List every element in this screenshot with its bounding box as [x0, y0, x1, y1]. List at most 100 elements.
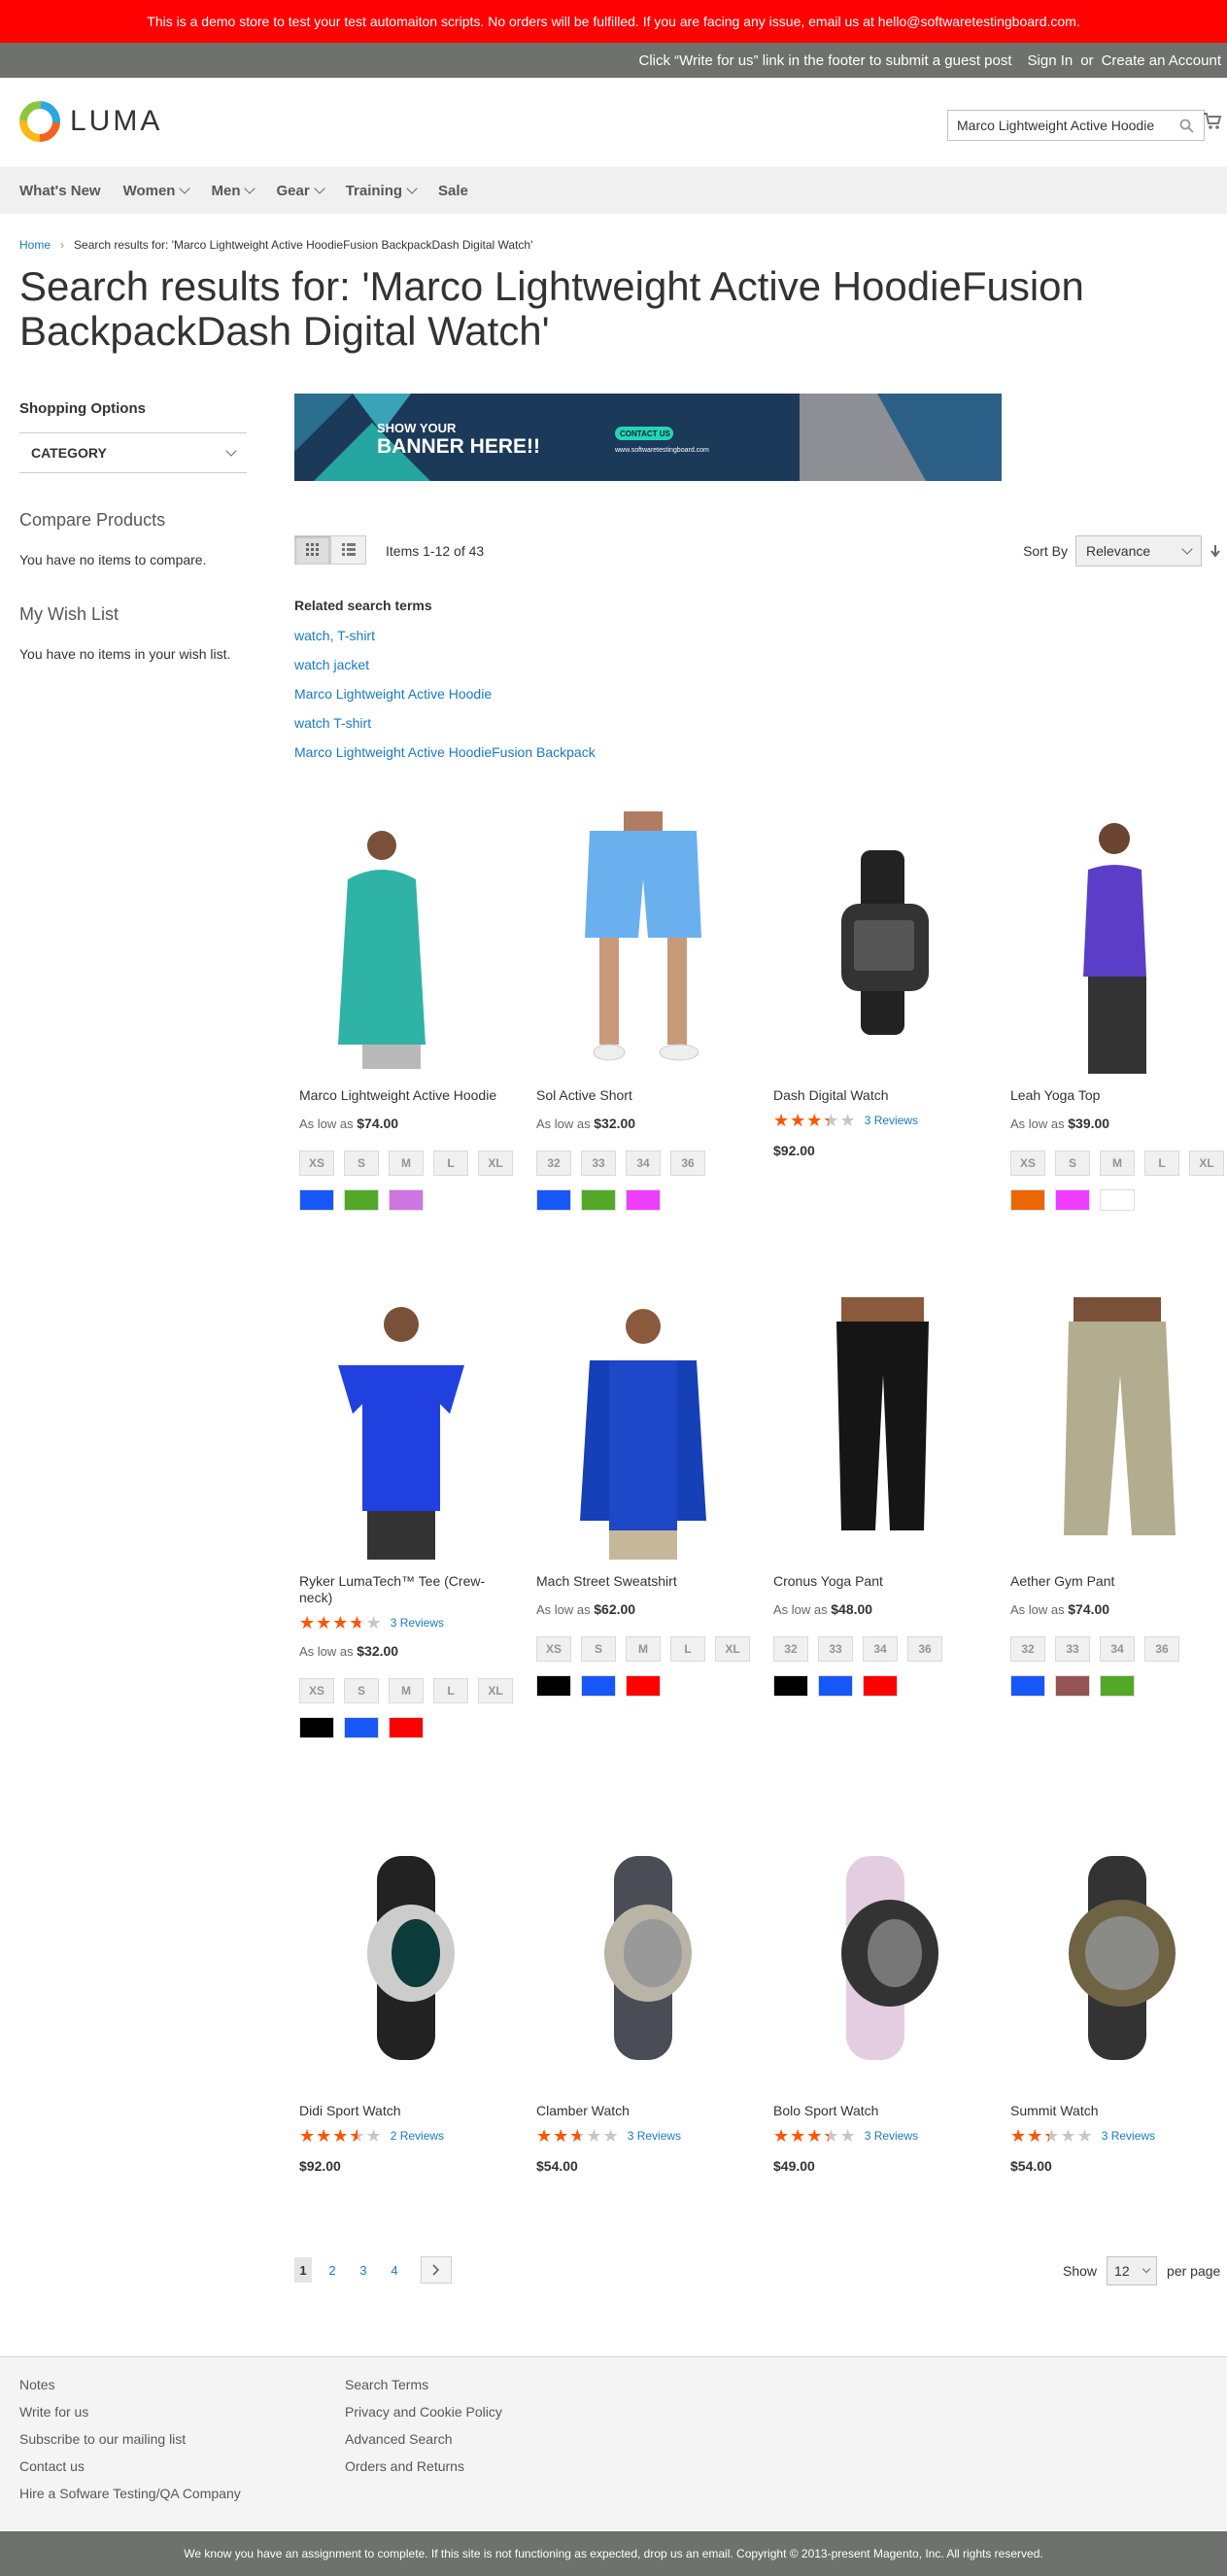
- product-image[interactable]: [1005, 1827, 1227, 2089]
- product-image[interactable]: [294, 1827, 518, 2089]
- nav-men[interactable]: Men: [211, 183, 256, 199]
- size-swatch[interactable]: 36: [907, 1636, 942, 1662]
- page-link[interactable]: 3: [353, 2257, 374, 2283]
- color-swatch[interactable]: [299, 1189, 334, 1211]
- cart-icon[interactable]: [1203, 112, 1222, 131]
- product-image[interactable]: [531, 1827, 755, 2089]
- size-swatch[interactable]: 36: [670, 1151, 705, 1176]
- product-name[interactable]: Bolo Sport Watch: [768, 2103, 992, 2119]
- color-swatch[interactable]: [581, 1675, 616, 1697]
- product-name[interactable]: Cronus Yoga Pant: [768, 1573, 992, 1590]
- size-swatch[interactable]: 36: [1144, 1636, 1179, 1662]
- footer-link[interactable]: Notes: [19, 2371, 241, 2398]
- size-swatch[interactable]: 32: [1010, 1636, 1045, 1662]
- size-swatch[interactable]: XL: [715, 1636, 750, 1662]
- product-image[interactable]: [294, 1297, 518, 1560]
- next-page-button[interactable]: [421, 2256, 452, 2284]
- color-swatch[interactable]: [1100, 1675, 1135, 1697]
- size-swatch[interactable]: XS: [299, 1678, 334, 1703]
- footer-link[interactable]: Subscribe to our mailing list: [19, 2425, 241, 2453]
- reviews-link[interactable]: 3 Reviews: [628, 2129, 681, 2143]
- sort-direction-icon[interactable]: [1210, 544, 1221, 558]
- color-swatch[interactable]: [1055, 1675, 1090, 1697]
- reviews-link[interactable]: 3 Reviews: [391, 1616, 444, 1630]
- color-swatch[interactable]: [344, 1189, 379, 1211]
- size-swatch[interactable]: XL: [478, 1151, 513, 1176]
- size-swatch[interactable]: 33: [1055, 1636, 1090, 1662]
- size-swatch[interactable]: S: [581, 1636, 616, 1662]
- product-name[interactable]: Didi Sport Watch: [294, 2103, 518, 2119]
- product-name[interactable]: Sol Active Short: [531, 1087, 755, 1104]
- size-swatch[interactable]: M: [389, 1678, 424, 1703]
- product-name[interactable]: Dash Digital Watch: [768, 1087, 992, 1104]
- related-term[interactable]: watch, T-shirt: [294, 621, 596, 650]
- category-filter[interactable]: CATEGORY: [19, 432, 247, 473]
- logo[interactable]: LUMA: [19, 101, 162, 142]
- size-swatch[interactable]: 34: [1100, 1636, 1135, 1662]
- product-name[interactable]: Ryker LumaTech™ Tee (Crew-neck): [294, 1573, 518, 1606]
- product-image[interactable]: [531, 1297, 755, 1560]
- color-swatch[interactable]: [818, 1675, 853, 1697]
- color-swatch[interactable]: [626, 1189, 661, 1211]
- product-image[interactable]: [1005, 811, 1227, 1074]
- product-image[interactable]: [768, 1297, 992, 1560]
- grid-view-icon[interactable]: [294, 535, 330, 565]
- footer-link[interactable]: Advanced Search: [345, 2425, 502, 2453]
- size-swatch[interactable]: XS: [1010, 1151, 1045, 1176]
- product-name[interactable]: Leah Yoga Top: [1005, 1087, 1227, 1104]
- footer-link[interactable]: Write for us: [19, 2398, 241, 2425]
- nav-women[interactable]: Women: [123, 183, 191, 199]
- size-swatch[interactable]: M: [1100, 1151, 1135, 1176]
- color-swatch[interactable]: [1010, 1189, 1045, 1211]
- product-image[interactable]: [768, 811, 992, 1074]
- product-image[interactable]: [768, 1827, 992, 2089]
- footer-link[interactable]: Search Terms: [345, 2371, 502, 2398]
- sort-select[interactable]: Relevance: [1075, 535, 1202, 567]
- color-swatch[interactable]: [1010, 1675, 1045, 1697]
- product-image[interactable]: [294, 811, 518, 1074]
- color-swatch[interactable]: [299, 1717, 334, 1738]
- size-swatch[interactable]: L: [433, 1678, 468, 1703]
- breadcrumb-home[interactable]: Home: [19, 238, 51, 252]
- footer-link[interactable]: Hire a Sofware Testing/QA Company: [19, 2480, 241, 2507]
- nav-training[interactable]: Training: [346, 183, 418, 199]
- size-swatch[interactable]: 33: [581, 1151, 616, 1176]
- size-swatch[interactable]: L: [433, 1151, 468, 1176]
- size-swatch[interactable]: M: [626, 1636, 661, 1662]
- related-term[interactable]: Marco Lightweight Active Hoodie: [294, 679, 596, 708]
- size-swatch[interactable]: 34: [626, 1151, 661, 1176]
- related-term[interactable]: Marco Lightweight Active HoodieFusion Ba…: [294, 738, 596, 767]
- reviews-link[interactable]: 3 Reviews: [865, 2129, 918, 2143]
- page-link[interactable]: 2: [322, 2257, 343, 2283]
- color-swatch[interactable]: [536, 1189, 571, 1211]
- size-swatch[interactable]: L: [1144, 1151, 1179, 1176]
- color-swatch[interactable]: [389, 1717, 424, 1738]
- color-swatch[interactable]: [626, 1675, 661, 1697]
- page-link[interactable]: 4: [384, 2257, 405, 2283]
- create-account-link[interactable]: Create an Account: [1102, 52, 1221, 69]
- size-swatch[interactable]: S: [344, 1151, 379, 1176]
- size-swatch[interactable]: 33: [818, 1636, 853, 1662]
- reviews-link[interactable]: 3 Reviews: [865, 1114, 918, 1127]
- product-image[interactable]: [1005, 1297, 1227, 1560]
- product-name[interactable]: Mach Street Sweatshirt: [531, 1573, 755, 1590]
- size-swatch[interactable]: XS: [536, 1636, 571, 1662]
- nav-sale[interactable]: Sale: [438, 183, 468, 199]
- product-name[interactable]: Summit Watch: [1005, 2103, 1227, 2119]
- color-swatch[interactable]: [389, 1189, 424, 1211]
- size-swatch[interactable]: M: [389, 1151, 424, 1176]
- reviews-link[interactable]: 2 Reviews: [391, 2129, 444, 2143]
- search-input[interactable]: [948, 111, 1167, 140]
- color-swatch[interactable]: [773, 1675, 808, 1697]
- color-swatch[interactable]: [581, 1189, 616, 1211]
- size-swatch[interactable]: S: [1055, 1151, 1090, 1176]
- search-icon[interactable]: [1179, 119, 1194, 133]
- color-swatch[interactable]: [1055, 1189, 1090, 1211]
- sign-in-link[interactable]: Sign In: [1028, 52, 1074, 69]
- nav-gear[interactable]: Gear: [276, 183, 325, 199]
- size-swatch[interactable]: L: [670, 1636, 705, 1662]
- product-name[interactable]: Marco Lightweight Active Hoodie: [294, 1087, 518, 1104]
- color-swatch[interactable]: [344, 1717, 379, 1738]
- product-image[interactable]: [531, 811, 755, 1074]
- size-swatch[interactable]: 32: [773, 1636, 808, 1662]
